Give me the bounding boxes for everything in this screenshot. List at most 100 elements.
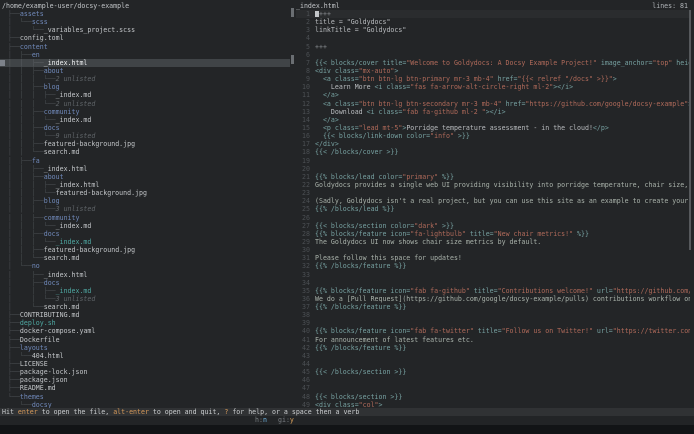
tree-row[interactable]: │ │ ├──community [0, 108, 290, 116]
input-bar[interactable]: :e h:n gi:y [0, 416, 694, 425]
line-content: We do a [Pull Request](https://github.co… [315, 295, 690, 303]
tree-row[interactable]: │ │ └──search.md [0, 148, 290, 156]
tree-row[interactable]: ├──README.md [0, 384, 290, 392]
tree-row[interactable]: │ │ │ └──3 unlisted [0, 205, 290, 213]
tree-row[interactable]: │ │ │ └──9 unlisted [0, 132, 290, 140]
tree-file-name: search.md [44, 303, 80, 311]
line-content: {{% blocks/feature icon="fab fa-github" … [315, 287, 690, 295]
line-content: Please follow this space for updates! [315, 254, 690, 262]
tree-row[interactable]: │ │ ├──community [0, 214, 290, 222]
tree-row[interactable]: │ └──_variables_project.scss [0, 26, 290, 34]
line-number: 26 [296, 214, 310, 222]
status-bar: Hit enter to open the file, alt-enter to… [0, 408, 694, 417]
tree-row[interactable]: │ │ │ └──featured-background.jpg [0, 189, 290, 197]
line-number: 22 [296, 181, 310, 189]
tree-row[interactable]: │ └──404.html [0, 352, 290, 360]
status-text: for help, or a space then a verb [228, 408, 359, 416]
preview-line: 44 [296, 360, 690, 368]
tree-branch-lines: ├── [8, 319, 20, 327]
line-content [315, 214, 690, 222]
tree-row[interactable]: ├──package.json [0, 376, 290, 384]
tree-row[interactable]: │ │ ├──featured-background.jpg [0, 140, 290, 148]
line-content: Learn More <i class="fas fa-arrow-alt-ci… [315, 83, 690, 91]
tree-row[interactable]: ├──Dockerfile [0, 336, 290, 344]
tree-row[interactable]: │ │ │ ├──_index.md [0, 91, 290, 99]
preview-scrollbar-thumb[interactable] [689, 10, 691, 250]
tree-row[interactable]: │ ├──fa [0, 157, 290, 165]
preview-line: 27{{< blocks/section color="dark" >}} [296, 222, 690, 230]
preview-line: 20 [296, 165, 690, 173]
tree-row[interactable]: ├──assets [0, 10, 290, 18]
tree-row[interactable]: │ │ └──search.md [0, 254, 290, 262]
line-number: 14 [296, 116, 310, 124]
tree-row[interactable]: │ ├──docs [0, 279, 290, 287]
preview-line: 43 [296, 352, 690, 360]
flag-value: n [263, 416, 267, 424]
tree-scrollbar-thumb[interactable] [291, 55, 294, 64]
tree-row[interactable]: │ ├──en [0, 51, 290, 59]
tree-row[interactable]: ├──content [0, 43, 290, 51]
file-tree-panel: /home/example-user/docsy-example ├──asse… [0, 0, 290, 408]
flag-hidden[interactable]: h:n [255, 416, 267, 425]
tree-row[interactable]: │ │ ├──blog [0, 197, 290, 205]
tree-row[interactable]: ├──config.toml [0, 34, 290, 42]
tree-row[interactable]: │ │ ├──_index.html [0, 165, 290, 173]
tree-row[interactable]: │ │ ├──docs [0, 230, 290, 238]
line-number: 46 [296, 376, 310, 384]
tree-row[interactable]: │ └──scss [0, 18, 290, 26]
tree-row[interactable]: ├──package-lock.json [0, 368, 290, 376]
tree-row[interactable]: ├──layouts [0, 344, 290, 352]
preview-panel[interactable]: _index.html lines: 81 1+++2title = "Gold… [296, 0, 694, 408]
tree-row[interactable]: │ │ │ └──2 unlisted [0, 100, 290, 108]
tree-branch-lines: │ │ ├── [8, 108, 44, 116]
line-number: 36 [296, 295, 310, 303]
tree-row[interactable]: │ ├──_index.html [0, 271, 290, 279]
tree-row[interactable]: │ │ └──3 unlisted [0, 295, 290, 303]
tree-file-name: _index.html [56, 181, 100, 189]
status-key-hint: enter [18, 408, 38, 416]
tree-row[interactable]: │ │ ├──about [0, 67, 290, 75]
tree-row[interactable]: │ │ │ └──_index.md [0, 116, 290, 124]
tree-file-name: featured-background.jpg [44, 246, 135, 254]
tree-row[interactable]: ├──LICENSE [0, 360, 290, 368]
flag-gitignore[interactable]: gi:y [278, 416, 294, 425]
tree-branch-lines: ├── [8, 368, 20, 376]
tree-scrollbar-thumb-top[interactable] [291, 8, 294, 17]
line-content: <a class="btn btn-lg btn-primary mr-3 mb… [315, 75, 690, 83]
tree-row[interactable]: │ │ │ └──_index.md [0, 238, 290, 246]
line-number: 42 [296, 344, 310, 352]
tree-row[interactable]: └──themes [0, 393, 290, 401]
tree-row[interactable]: │ └──search.md [0, 303, 290, 311]
tree-row[interactable]: │ │ │ └──2 unlisted [0, 75, 290, 83]
tree-row[interactable]: │ │ ├──_index.md [0, 287, 290, 295]
tree-branch-lines: │ ├── [8, 51, 32, 59]
preview-line: 19 [296, 157, 690, 165]
tree-branch-lines: │ ├── [8, 157, 32, 165]
tree-row[interactable]: │ │ ├──featured-background.jpg [0, 246, 290, 254]
tree-row[interactable]: │ │ │ └──_index.md [0, 222, 290, 230]
preview-line: 42 {{% /blocks/feature %}} [296, 344, 690, 352]
tree-row[interactable]: ├──docker-compose.yaml [0, 327, 290, 335]
line-content: {{% /blocks/feature %}} [315, 344, 690, 352]
tree-unlisted-count: 2 unlisted [56, 75, 96, 83]
preview-lines: 1+++2title = "Goldydocs"3linkTitle = "Go… [296, 10, 690, 408]
tree-row[interactable]: │ │ ├──blog [0, 83, 290, 91]
line-number: 27 [296, 222, 310, 230]
tree-row[interactable]: │ └──no [0, 262, 290, 270]
line-content: linkTitle = "Goldydocs" [315, 26, 690, 34]
tree-branch-lines: │ │ ├── [8, 165, 44, 173]
tree-row[interactable]: │ │ ├──_index.html [0, 59, 290, 67]
flag-value: y [290, 416, 294, 424]
preview-line: 37{{% /blocks/feature %}} [296, 303, 690, 311]
tree-row[interactable]: ├──deploy.sh [0, 319, 290, 327]
tree-branch-lines: │ │ ├── [8, 59, 44, 67]
tree-row[interactable]: ├──CONTRIBUTING.md [0, 311, 290, 319]
tree-branch-lines: │ │ ├── [8, 230, 44, 238]
tree-row[interactable]: │ │ ├──about [0, 173, 290, 181]
tree-row[interactable]: │ │ │ ├──_index.html [0, 181, 290, 189]
tree-row[interactable]: │ │ ├──docs [0, 124, 290, 132]
tree-branch-lines: ├── [8, 311, 20, 319]
line-number: 9 [296, 75, 310, 83]
line-content [315, 165, 690, 173]
preview-line: 12 <a class="btn btn-lg btn-secondary mr… [296, 100, 690, 108]
